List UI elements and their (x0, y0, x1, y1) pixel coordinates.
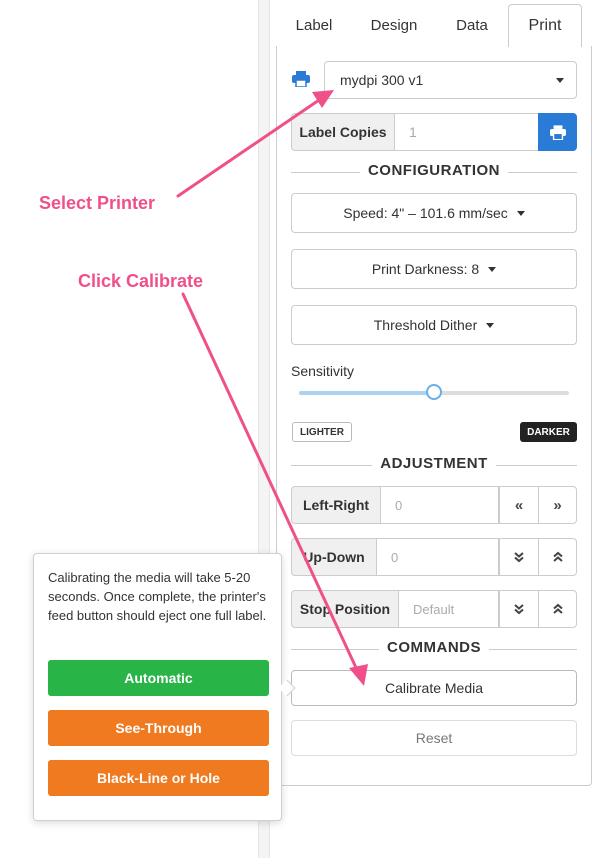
right-button[interactable]: » (538, 486, 577, 524)
up-down-row: Up-Down 0 (291, 538, 577, 576)
left-right-label: Left-Right (291, 486, 381, 524)
label-copies-group: Label Copies 1 (291, 113, 577, 151)
left-right-row: Left-Right 0 « » (291, 486, 577, 524)
stop-position-label: Stop Position (291, 590, 399, 628)
chevron-down-icon (556, 78, 564, 83)
calibrate-media-button[interactable]: Calibrate Media (291, 670, 577, 706)
chevron-down-icon (486, 322, 495, 328)
print-button[interactable] (538, 113, 577, 151)
darker-label[interactable]: DARKER (520, 422, 577, 442)
sensitivity-slider-fill (299, 391, 434, 395)
double-chevron-left-icon: « (514, 496, 524, 514)
up-button[interactable] (538, 538, 577, 576)
printer-select-value: mydpi 300 v1 (340, 72, 424, 88)
label-copies-label: Label Copies (291, 113, 395, 151)
chevron-down-icon (516, 210, 525, 216)
stop-position-row: Stop Position Default (291, 590, 577, 628)
left-button[interactable]: « (499, 486, 538, 524)
double-chevron-down-icon (514, 604, 524, 615)
print-darkness-dropdown[interactable]: Print Darkness: 8 (291, 249, 577, 289)
stop-up-button[interactable] (538, 590, 577, 628)
up-down-label: Up-Down (291, 538, 377, 576)
select-printer-annotation: Select Printer (39, 193, 156, 213)
black-line-button[interactable]: Black-Line or Hole (48, 760, 269, 796)
printer-select[interactable]: mydpi 300 v1 (324, 61, 577, 99)
chevron-down-icon (488, 266, 497, 272)
label-copies-input[interactable]: 1 (395, 113, 539, 151)
double-chevron-up-icon (552, 603, 563, 614)
stop-down-button[interactable] (499, 590, 538, 628)
double-chevron-down-icon (514, 552, 524, 563)
reset-button[interactable]: Reset (291, 720, 577, 756)
up-down-input[interactable]: 0 (377, 538, 499, 576)
printer-icon (549, 124, 566, 140)
tab-bar: Label Design Data Print (284, 4, 592, 47)
speed-dropdown[interactable]: Speed: 4" – 101.6 mm/sec (291, 193, 577, 233)
adjustment-heading: ADJUSTMENT (291, 455, 577, 475)
double-chevron-up-icon (552, 551, 563, 562)
down-button[interactable] (499, 538, 538, 576)
stop-position-input[interactable]: Default (399, 590, 499, 628)
see-through-button[interactable]: See-Through (48, 710, 269, 746)
configuration-heading: CONFIGURATION (291, 162, 577, 182)
tab-print[interactable]: Print (508, 4, 582, 47)
calibrate-popover: Calibrating the media will take 5-20 sec… (33, 553, 282, 821)
click-calibrate-annotation: Click Calibrate (78, 271, 204, 291)
sensitivity-label: Sensitivity (291, 363, 355, 379)
tab-data[interactable]: Data (438, 4, 506, 46)
automatic-button[interactable]: Automatic (48, 660, 269, 696)
lighter-label[interactable]: LIGHTER (292, 422, 352, 442)
commands-heading: COMMANDS (291, 639, 577, 659)
left-right-input[interactable]: 0 (381, 486, 499, 524)
printer-icon (292, 71, 310, 87)
tab-label[interactable]: Label (284, 4, 344, 46)
double-chevron-right-icon: » (553, 496, 562, 514)
dither-dropdown[interactable]: Threshold Dither (291, 305, 577, 345)
calibrate-popover-text: Calibrating the media will take 5-20 sec… (48, 570, 267, 623)
tab-design[interactable]: Design (354, 4, 434, 46)
sensitivity-slider-thumb[interactable] (426, 384, 442, 400)
